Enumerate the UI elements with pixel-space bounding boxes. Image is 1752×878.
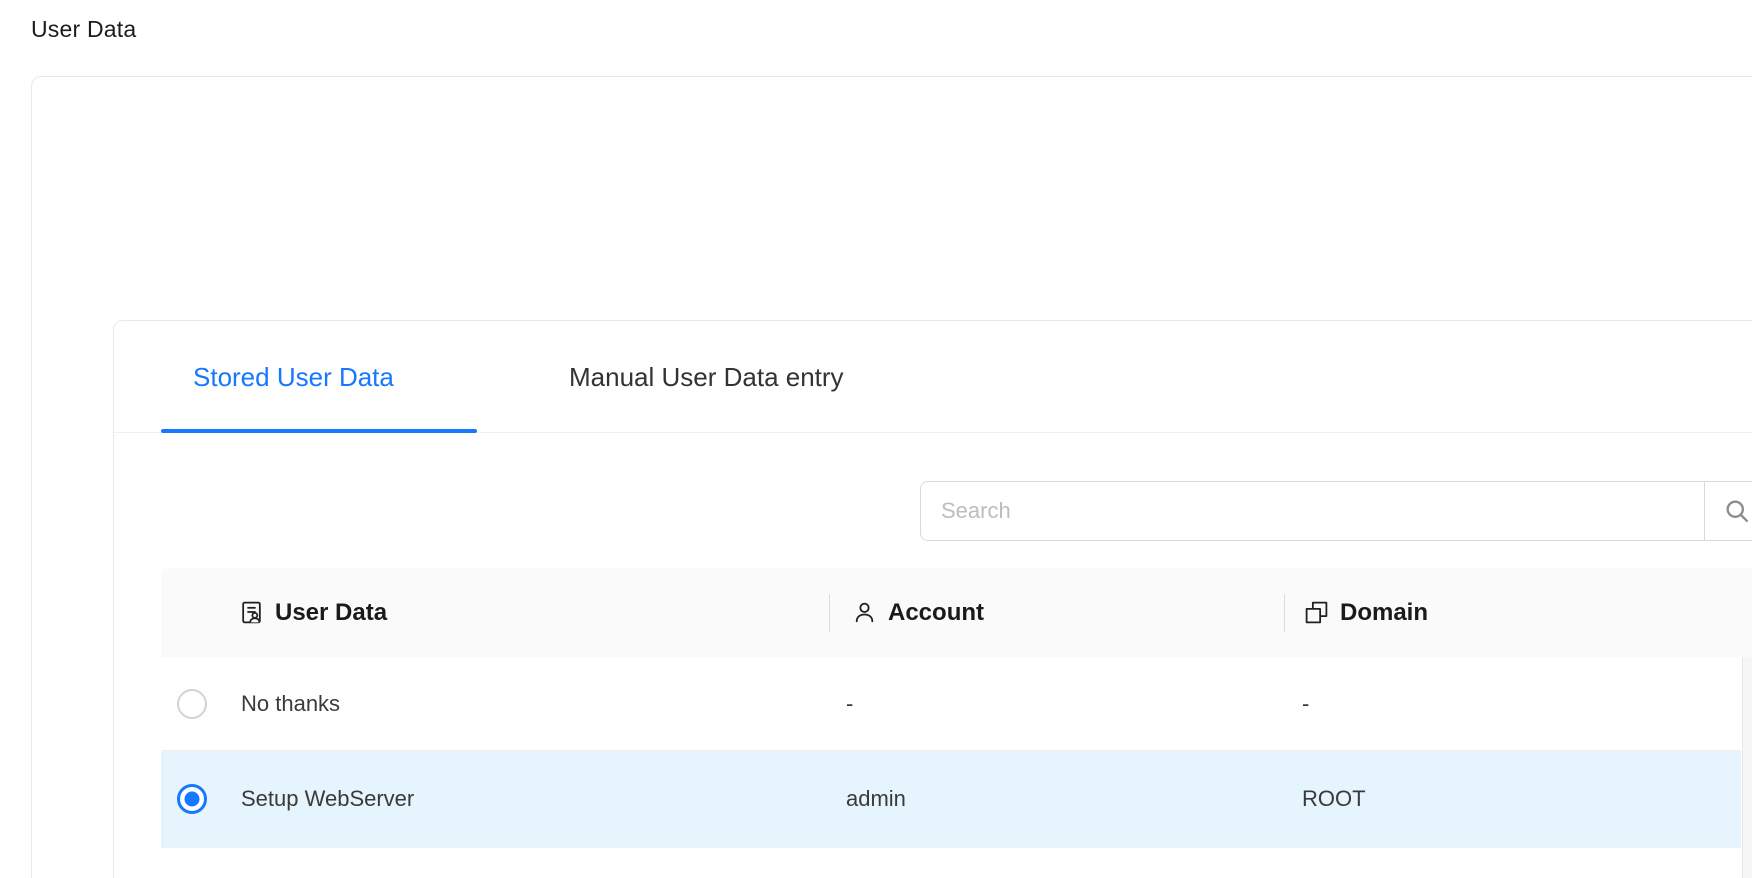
tab-label: Stored User Data <box>193 362 394 393</box>
search-input[interactable] <box>921 482 1704 540</box>
column-divider <box>1284 594 1285 632</box>
column-header-account: Account <box>852 568 984 657</box>
user-data-card: Stored User Data Manual User Data entry <box>113 320 1752 878</box>
row-radio[interactable] <box>161 848 223 878</box>
column-divider <box>829 594 830 632</box>
column-label: User Data <box>275 599 387 627</box>
cell-domain: - <box>1302 691 1309 717</box>
table-row[interactable]: Setup WebServer admin ROOT <box>161 751 1741 848</box>
active-tab-ink-bar <box>161 429 477 433</box>
cell-account: - <box>846 691 853 717</box>
column-label: Domain <box>1340 599 1428 627</box>
table-header: User Data Account <box>161 568 1752 657</box>
switcher-squares-icon <box>1304 600 1329 625</box>
outer-card: Stored User Data Manual User Data entry <box>31 76 1752 878</box>
user-icon <box>852 600 877 625</box>
row-radio[interactable] <box>161 751 223 847</box>
tab-stored-user-data[interactable]: Stored User Data <box>161 321 477 433</box>
column-header-user-data: User Data <box>239 568 387 657</box>
user-data-table: User Data Account <box>161 568 1752 878</box>
user-data-page: User Data Stored User Data Manual User D… <box>0 0 1752 878</box>
cell-user-data: No thanks <box>241 691 340 717</box>
solution-document-person-icon <box>239 600 264 625</box>
table-scrollbar[interactable] <box>1742 657 1752 878</box>
table-row[interactable]: UserDataWithVariable admin ROOT <box>161 848 1741 878</box>
cell-user-data: Setup WebServer <box>241 786 414 812</box>
table-body: No thanks - - Setup WebServer admin ROOT <box>161 657 1741 878</box>
radio-circle <box>177 784 207 814</box>
column-label: Account <box>888 599 984 627</box>
search-icon <box>1723 497 1751 525</box>
radio-circle <box>177 689 207 719</box>
cell-account: admin <box>846 786 906 812</box>
tab-manual-user-data-entry[interactable]: Manual User Data entry <box>537 321 844 433</box>
cell-domain: ROOT <box>1302 786 1366 812</box>
search-button[interactable] <box>1704 482 1752 540</box>
search-box <box>920 481 1752 541</box>
page-title: User Data <box>31 16 136 43</box>
column-header-domain: Domain <box>1304 568 1428 657</box>
tab-bar: Stored User Data Manual User Data entry <box>114 321 1752 433</box>
row-radio[interactable] <box>161 657 223 750</box>
tab-label: Manual User Data entry <box>569 362 844 393</box>
table-row[interactable]: No thanks - - <box>161 657 1741 751</box>
